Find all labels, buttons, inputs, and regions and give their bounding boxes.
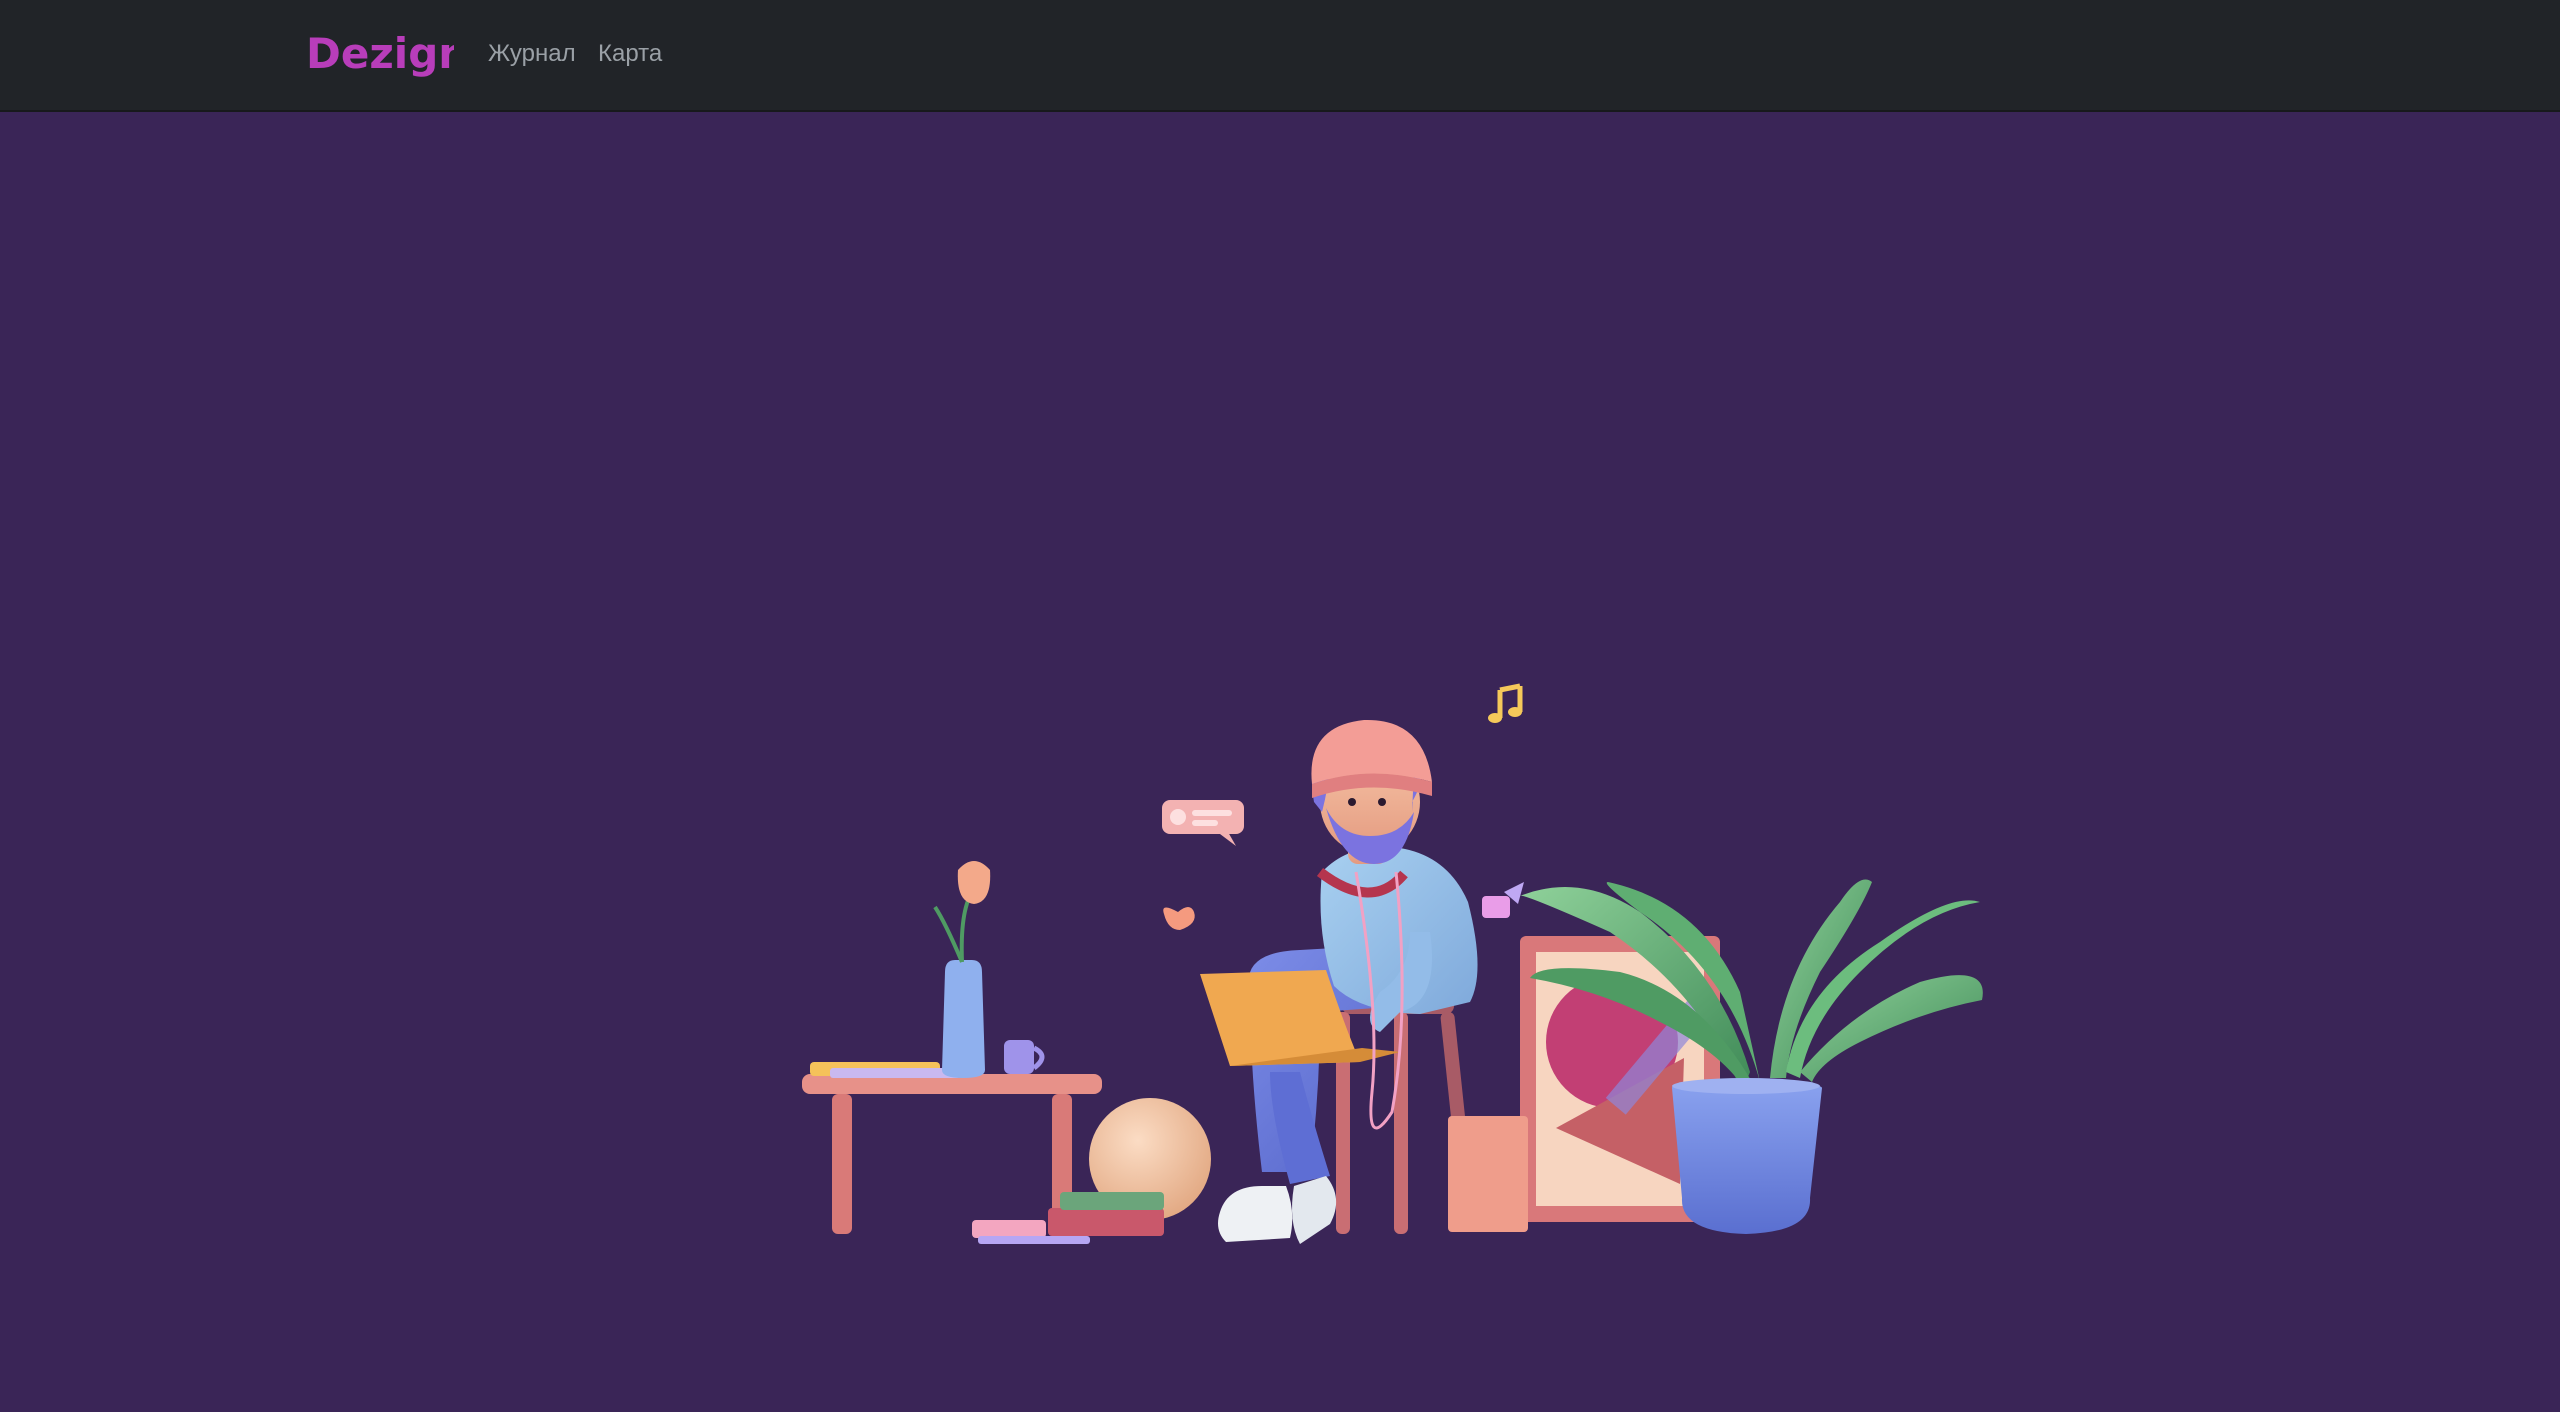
navbar: Dezign Журнал Карта xyxy=(0,0,2560,112)
box xyxy=(1448,1116,1528,1232)
book-stack xyxy=(972,1192,1164,1244)
hero-section xyxy=(0,112,2560,1412)
chat-bubble xyxy=(1162,800,1244,846)
mug xyxy=(1004,1040,1045,1074)
nav-link-journal[interactable]: Журнал xyxy=(488,40,576,68)
dezign-logo-icon: Dezign xyxy=(306,29,454,78)
heart-icon xyxy=(1163,907,1195,930)
vase-with-tulip xyxy=(933,861,991,1078)
svg-text:Dezign: Dezign xyxy=(306,29,454,78)
video-icon xyxy=(1482,882,1524,918)
music-note-icon xyxy=(1488,683,1523,723)
brand-logo[interactable]: Dezign xyxy=(306,22,454,86)
person-with-laptop-illustration xyxy=(802,683,1983,1244)
nav-link-map[interactable]: Карта xyxy=(598,40,662,68)
